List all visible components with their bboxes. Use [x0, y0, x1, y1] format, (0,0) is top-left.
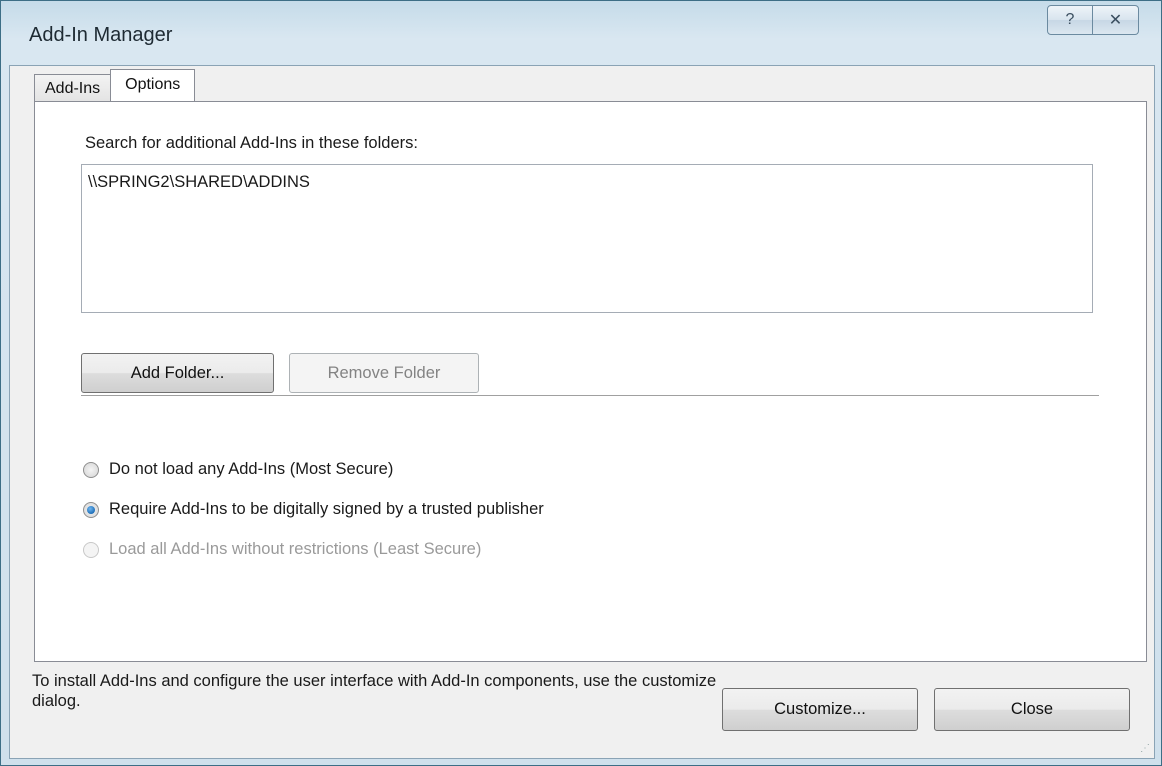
options-tab-panel: Search for additional Add-Ins in these f… [34, 101, 1147, 662]
radio-option-no-load[interactable]: Do not load any Add-Ins (Most Secure) [83, 460, 393, 479]
help-icon: ? [1065, 11, 1075, 28]
folder-list[interactable]: \\SPRING2\SHARED\ADDINS [81, 164, 1093, 313]
radio-label: Load all Add-Ins without restrictions (L… [109, 540, 482, 558]
window-title: Add-In Manager [29, 24, 173, 46]
customize-button[interactable]: Customize... [722, 688, 918, 731]
tab-options[interactable]: Options [110, 69, 196, 103]
add-folder-button[interactable]: Add Folder... [81, 353, 274, 393]
close-icon: ✕ [1108, 12, 1123, 29]
help-button[interactable]: ? [1047, 5, 1093, 35]
title-bar[interactable]: Add-In Manager ? ✕ [1, 1, 1161, 65]
resize-grip-icon[interactable]: ⋰ [1140, 743, 1150, 754]
caption-buttons: ? ✕ [1047, 5, 1139, 35]
close-window-button[interactable]: ✕ [1093, 5, 1139, 35]
add-in-manager-window: Add-In Manager ? ✕ Add-Ins Options Searc… [0, 0, 1162, 766]
close-button[interactable]: Close [934, 688, 1130, 731]
tab-strip: Add-Ins Options [34, 68, 196, 103]
radio-button-disabled[interactable] [83, 541, 99, 558]
dialog-client-area: Add-Ins Options Search for additional Ad… [9, 65, 1155, 759]
radio-option-load-all[interactable]: Load all Add-Ins without restrictions (L… [83, 540, 481, 559]
radio-label: Require Add-Ins to be digitally signed b… [109, 500, 544, 518]
remove-folder-button[interactable]: Remove Folder [289, 353, 479, 393]
tab-add-ins[interactable]: Add-Ins [34, 74, 112, 102]
radio-label: Do not load any Add-Ins (Most Secure) [109, 460, 394, 478]
section-divider [81, 395, 1099, 397]
radio-button-selected[interactable] [83, 501, 99, 518]
folder-list-item[interactable]: \\SPRING2\SHARED\ADDINS [88, 173, 1086, 192]
search-folders-label: Search for additional Add-Ins in these f… [85, 134, 418, 152]
radio-button[interactable] [83, 461, 99, 478]
radio-option-signed[interactable]: Require Add-Ins to be digitally signed b… [83, 500, 544, 519]
footer-hint-text: To install Add-Ins and configure the use… [32, 672, 717, 710]
